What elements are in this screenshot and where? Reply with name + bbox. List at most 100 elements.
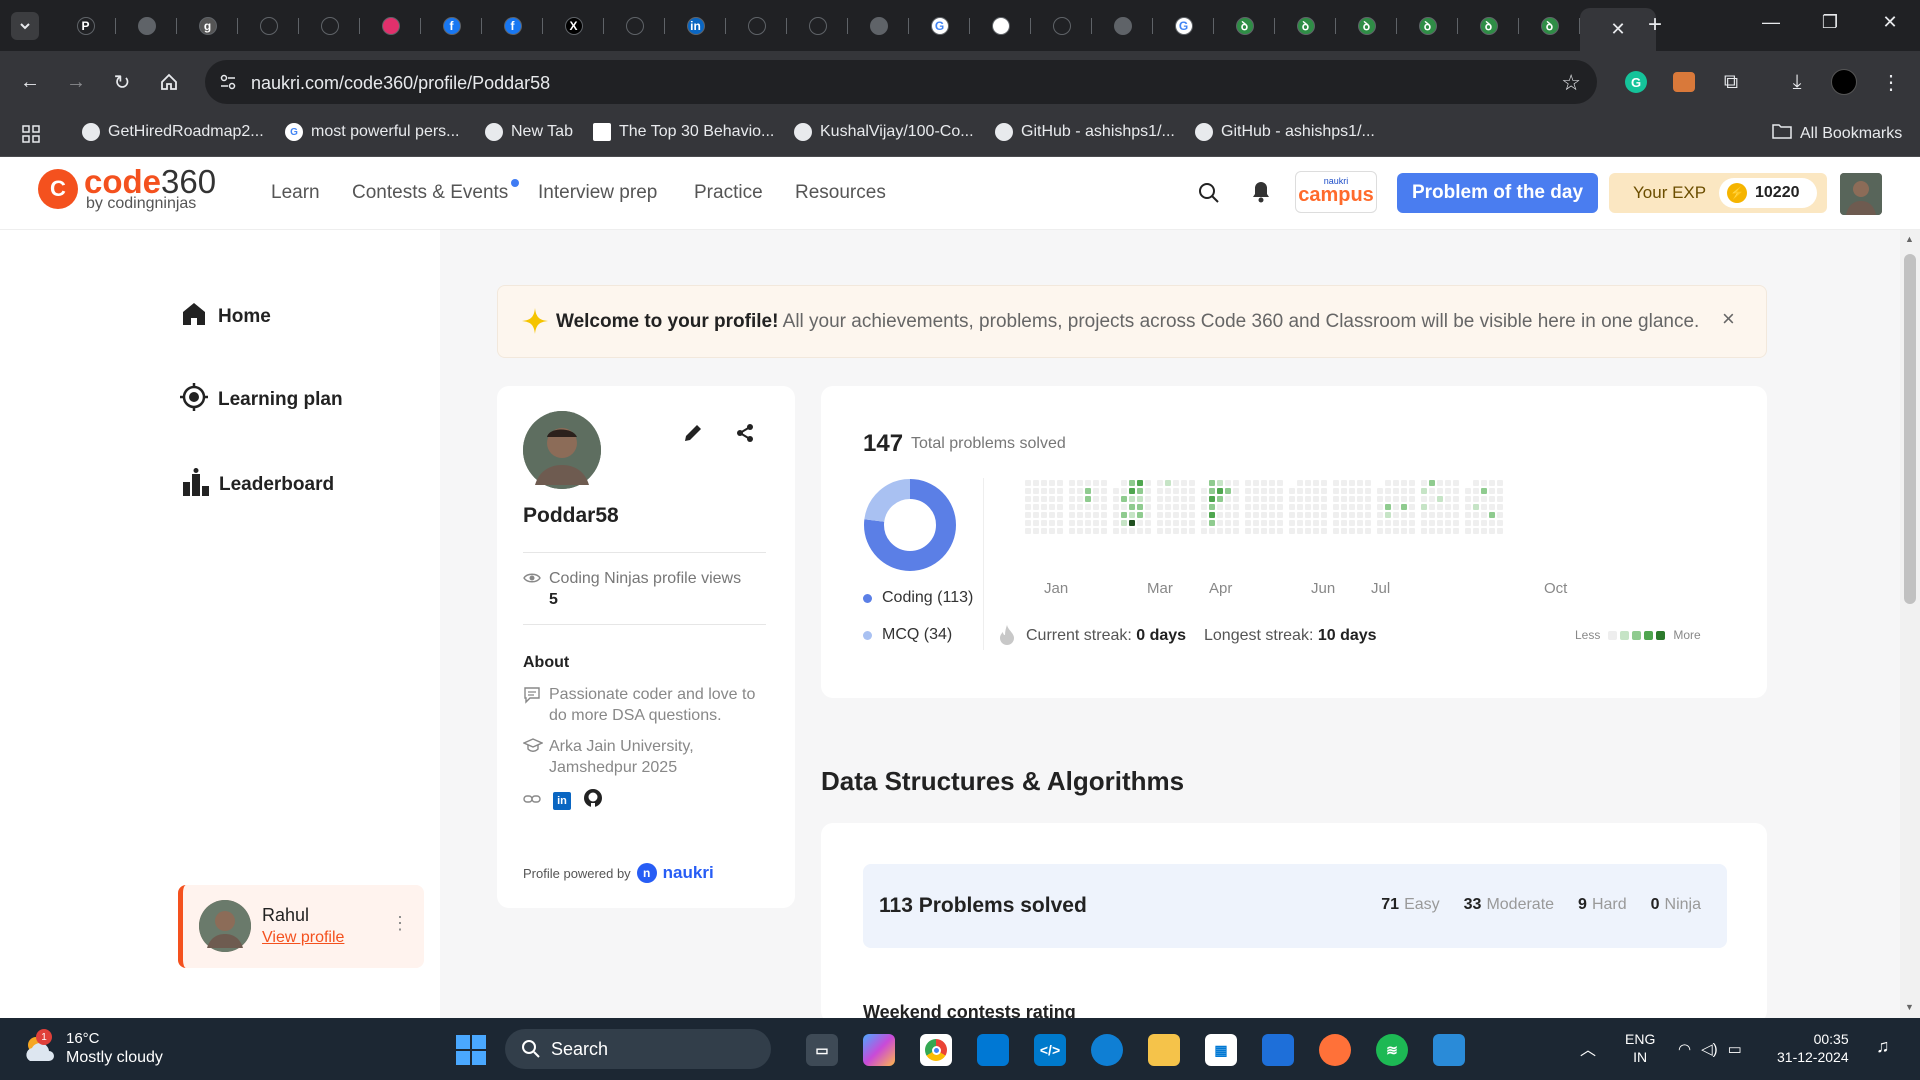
browser-tab[interactable]: [1092, 8, 1153, 43]
close-window-icon[interactable]: ✕: [1875, 12, 1905, 33]
link-icon[interactable]: [523, 792, 541, 810]
grammarly-icon[interactable]: G: [1622, 68, 1650, 96]
edge-icon[interactable]: [1091, 1034, 1123, 1066]
close-tab-icon[interactable]: ✕: [1610, 19, 1625, 40]
browser-tab[interactable]: ꝺ: [1275, 8, 1336, 43]
browser-tab[interactable]: [604, 8, 665, 43]
photos-icon[interactable]: [1433, 1034, 1465, 1066]
site-info-icon[interactable]: [219, 73, 237, 96]
browser-tab[interactable]: [970, 8, 1031, 43]
address-bar[interactable]: naukri.com/code360/profile/Poddar58 ☆: [205, 60, 1597, 104]
extension-fox-icon[interactable]: [1670, 68, 1698, 96]
windows-start-icon[interactable]: [456, 1035, 486, 1065]
browser-tab[interactable]: [1031, 8, 1092, 43]
browser-tab[interactable]: [299, 8, 360, 43]
scroll-up-icon[interactable]: ▲: [1905, 234, 1914, 244]
notification-bell-icon[interactable]: ♫: [1876, 1036, 1890, 1057]
copilot-icon[interactable]: [863, 1034, 895, 1066]
minimize-icon[interactable]: —: [1756, 12, 1786, 33]
share-icon[interactable]: [735, 423, 755, 448]
browser-tab[interactable]: ꝺ: [1336, 8, 1397, 43]
file-explorer-icon[interactable]: [1148, 1034, 1180, 1066]
browser-tab[interactable]: [848, 8, 909, 43]
taskbar-search[interactable]: Search: [505, 1029, 771, 1069]
page-scrollbar[interactable]: ▲ ▼: [1900, 230, 1920, 1018]
reload-icon[interactable]: ↻: [108, 68, 136, 96]
new-tab-button[interactable]: +: [1641, 11, 1669, 39]
exp-badge[interactable]: Your EXP ⚡ 10220: [1609, 173, 1827, 213]
nav-resources[interactable]: Resources: [795, 182, 886, 204]
browser-tab[interactable]: in: [665, 8, 726, 43]
language-indicator[interactable]: ENG IN: [1625, 1030, 1655, 1066]
sidebar-item-leaderboard[interactable]: Leaderboard: [183, 468, 334, 502]
app-icon[interactable]: [1262, 1034, 1294, 1066]
linkedin-icon[interactable]: in: [553, 791, 571, 810]
spotify-icon[interactable]: ≋: [1376, 1034, 1408, 1066]
home-icon[interactable]: [155, 68, 183, 96]
restore-icon[interactable]: ❐: [1815, 12, 1845, 33]
edit-pencil-icon[interactable]: [683, 423, 703, 448]
apps-grid-icon[interactable]: [22, 125, 40, 143]
task-view-icon[interactable]: ▭: [806, 1034, 838, 1066]
bookmark-item[interactable]: GitHub - ashishps1/...: [995, 123, 1175, 141]
bookmark-item[interactable]: KushalVijay/100-Co...: [794, 123, 974, 141]
sidebar-item-learning-plan[interactable]: Learning plan: [180, 383, 343, 417]
bookmark-item[interactable]: GitHub - ashishps1/...: [1195, 123, 1375, 141]
browser-tab[interactable]: P: [55, 8, 116, 43]
bookmark-item[interactable]: New Tab: [485, 123, 573, 141]
back-icon[interactable]: ←: [16, 68, 44, 96]
browser-tab[interactable]: ꝺ: [1519, 8, 1580, 43]
browser-tab[interactable]: [360, 8, 421, 43]
browser-tab[interactable]: f: [421, 8, 482, 43]
download-icon[interactable]: ⤓: [1783, 68, 1811, 96]
browser-tab[interactable]: [726, 8, 787, 43]
nav-practice[interactable]: Practice: [694, 182, 763, 204]
problem-of-the-day-button[interactable]: Problem of the day: [1397, 173, 1598, 213]
clock[interactable]: 00:35 31-12-2024: [1777, 1030, 1849, 1066]
browser-tab[interactable]: ꝺ: [1458, 8, 1519, 43]
bookmark-item[interactable]: GetHiredRoadmap2...: [82, 123, 264, 141]
profile-avatar-icon[interactable]: [1830, 68, 1858, 96]
view-profile-link[interactable]: View profile: [262, 929, 344, 947]
nav-learn[interactable]: Learn: [271, 182, 320, 204]
browser-tab[interactable]: [787, 8, 848, 43]
avatar[interactable]: [1840, 173, 1882, 215]
bookmark-item[interactable]: Gmost powerful pers...: [285, 123, 460, 141]
naukri-campus-button[interactable]: naukri campus: [1295, 171, 1377, 213]
code360-logo[interactable]: C code360 by codingninjas: [38, 165, 216, 212]
desktop-app-icon[interactable]: [977, 1034, 1009, 1066]
all-bookmarks[interactable]: All Bookmarks: [1772, 123, 1902, 144]
chrome-icon[interactable]: [920, 1034, 952, 1066]
menu-kebab-icon[interactable]: ⋮: [1877, 68, 1905, 96]
browser-tab[interactable]: G: [909, 8, 970, 43]
browser-tab[interactable]: [116, 8, 177, 43]
weather-widget[interactable]: 1 16°C Mostly cloudy: [22, 1029, 163, 1068]
browser-tab[interactable]: g: [177, 8, 238, 43]
store-icon[interactable]: ▦: [1205, 1034, 1237, 1066]
browser-tab[interactable]: f: [482, 8, 543, 43]
browser-tab[interactable]: ꝺ: [1397, 8, 1458, 43]
nav-interview-prep[interactable]: Interview prep: [538, 182, 657, 204]
bell-icon[interactable]: [1249, 180, 1273, 209]
sidebar-user-card[interactable]: Rahul View profile ⋮: [178, 885, 424, 968]
scroll-down-icon[interactable]: ▼: [1905, 1002, 1914, 1012]
url-text[interactable]: naukri.com/code360/profile/Poddar58: [251, 73, 550, 94]
browser-tab[interactable]: G: [1153, 8, 1214, 43]
vscode-icon[interactable]: </>: [1034, 1034, 1066, 1066]
search-icon[interactable]: [1198, 182, 1220, 209]
chevron-up-icon[interactable]: ︿: [1580, 1036, 1596, 1060]
firefox-icon[interactable]: [1319, 1034, 1351, 1066]
forward-icon[interactable]: →: [62, 68, 90, 96]
close-icon[interactable]: ×: [1722, 306, 1735, 332]
browser-tab[interactable]: X: [543, 8, 604, 43]
tray-icons[interactable]: ◠ ◁) ▭: [1678, 1040, 1742, 1058]
nav-contests-events[interactable]: Contests & Events: [352, 182, 508, 204]
extensions-puzzle-icon[interactable]: ⧉: [1717, 68, 1745, 96]
bookmark-star-icon[interactable]: ☆: [1561, 70, 1581, 96]
tab-search-button[interactable]: [11, 11, 39, 40]
browser-tab[interactable]: [238, 8, 299, 43]
github-icon[interactable]: [583, 788, 603, 813]
more-options-icon[interactable]: ⋮: [391, 913, 409, 934]
scroll-thumb[interactable]: [1904, 254, 1916, 604]
bookmark-item[interactable]: The Top 30 Behavio...: [593, 123, 774, 141]
